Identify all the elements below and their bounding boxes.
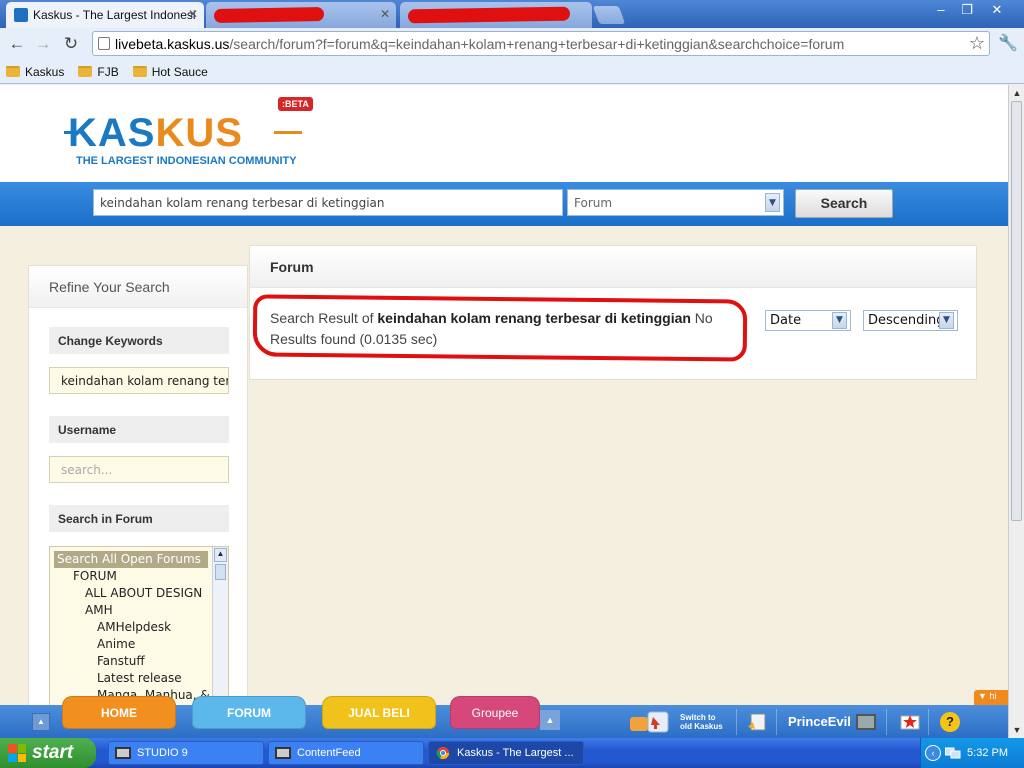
forum-option[interactable]: Search All Open Forums [54, 551, 208, 568]
notification-icon[interactable] [900, 705, 920, 738]
bookmarks-bar: Kaskus FJB Hot Sauce [0, 60, 1024, 84]
nav-tab-forum[interactable]: FORUM [192, 696, 306, 729]
refine-sidebar: Refine Your Search Change Keywords keind… [28, 265, 248, 738]
tray-expand-icon[interactable]: ‹ [925, 745, 941, 761]
bookmark-hot-sauce[interactable]: Hot Sauce [132, 65, 208, 79]
forward-arrow-icon[interactable]: → [32, 33, 54, 55]
results-panel: Forum Search Result of keindahan kolam r… [249, 245, 977, 380]
taskbar-item-contentfeed[interactable]: ContentFeed [268, 741, 424, 765]
forum-option[interactable]: AMH [50, 602, 228, 619]
forum-option[interactable]: FORUM [50, 568, 228, 585]
browser-toolbar: ← → ↻ livebeta.kaskus.us/search/forum?f=… [0, 28, 1024, 60]
keywords-input[interactable]: keindahan kolam renang terb [49, 367, 229, 394]
window-close-icon[interactable]: ✕ [984, 1, 1010, 19]
help-icon[interactable]: ? [940, 705, 960, 738]
search-button[interactable]: Search [795, 189, 893, 218]
hide-toolbar-tab[interactable]: ▼ hi [974, 690, 1008, 705]
results-heading: Forum [250, 246, 976, 288]
redaction-scribble [407, 6, 571, 24]
taskbar-item-studio9[interactable]: STUDIO 9 [108, 741, 264, 765]
sort-by-select[interactable]: Date ▼ [765, 310, 851, 331]
scroll-down-icon[interactable]: ▼ [1012, 725, 1022, 735]
change-keywords-heading: Change Keywords [49, 327, 229, 354]
new-tab-button[interactable] [592, 6, 626, 24]
tab-title: Kaskus - The Largest Indonesi [33, 8, 196, 22]
kaskus-logo[interactable]: KASKUS :BETA THE LARGEST INDONESIAN COMM… [64, 97, 314, 171]
chevron-down-icon[interactable]: ▼ [765, 193, 780, 212]
windows-logo-icon [8, 744, 26, 762]
page-icon [98, 37, 110, 50]
switch-icon [628, 709, 672, 735]
page-scrollbar[interactable]: ▲ ▼ [1008, 85, 1024, 738]
bottom-navbar: ▲ HOME FORUM JUAL BELI Groupee ▲ Switch … [0, 696, 1008, 738]
address-path: /search/forum?f=forum&q=keindahan+kolam+… [229, 35, 845, 52]
kaskus-favicon-icon [14, 8, 28, 22]
film-icon [115, 747, 131, 759]
bookmark-kaskus[interactable]: Kaskus [6, 65, 64, 79]
scroll-up-icon[interactable]: ▲ [1012, 88, 1022, 98]
browser-tabstrip: Kaskus - The Largest Indonesi ✕ ✕ – ❐ ✕ [0, 0, 1024, 28]
bookmark-fjb[interactable]: FJB [78, 65, 119, 79]
taskbar-item-kaskus[interactable]: Kaskus - The Largest ... [428, 741, 584, 765]
scroll-thumb[interactable] [215, 564, 226, 580]
chrome-icon [436, 746, 450, 760]
switch-old-kaskus[interactable]: Switch to old Kaskus [628, 705, 723, 738]
nav-tab-groupee[interactable]: Groupee [450, 696, 540, 729]
forum-option[interactable]: Fanstuff [50, 653, 228, 670]
redaction-scribble [213, 7, 325, 23]
tab-redacted-2[interactable] [400, 2, 592, 28]
beta-badge: :BETA [278, 97, 313, 111]
chevron-down-icon[interactable]: ▼ [939, 312, 954, 329]
username-input[interactable]: search... [49, 456, 229, 483]
listbox-scrollbar[interactable]: ▲ [212, 547, 228, 705]
wrench-menu-icon[interactable]: 🔧 [998, 33, 1018, 53]
avatar[interactable] [856, 705, 876, 738]
network-icon[interactable] [944, 746, 961, 760]
nav-tab-home[interactable]: HOME [62, 696, 176, 729]
back-arrow-icon[interactable]: ← [6, 33, 28, 55]
start-button[interactable]: start [0, 738, 96, 768]
username-label[interactable]: PrinceEvil [788, 705, 851, 738]
tab-close-icon[interactable]: ✕ [188, 7, 198, 21]
site-header: KASKUS :BETA THE LARGEST INDONESIAN COMM… [0, 85, 1008, 182]
red-annotation-circle [252, 294, 748, 362]
film-icon [275, 747, 291, 759]
clock[interactable]: 5:32 PM [967, 747, 1008, 759]
scroll-up-icon[interactable]: ▲ [214, 548, 227, 562]
page-viewport: KASKUS :BETA THE LARGEST INDONESIAN COMM… [0, 85, 1008, 738]
chevron-down-icon[interactable]: ▼ [832, 312, 847, 329]
refine-title: Refine Your Search [29, 266, 247, 308]
address-bar[interactable]: livebeta.kaskus.us/search/forum?f=forum&… [92, 31, 990, 56]
tab-kaskus[interactable]: Kaskus - The Largest Indonesi ✕ [6, 2, 204, 28]
logo-tagline: THE LARGEST INDONESIAN COMMUNITY [76, 155, 297, 167]
forum-option[interactable]: Anime [50, 636, 228, 653]
forum-option[interactable]: AMHelpdesk [50, 619, 228, 636]
forum-option[interactable]: ALL ABOUT DESIGN [50, 585, 228, 602]
reload-icon[interactable]: ↻ [60, 33, 82, 55]
tab-close-icon[interactable]: ✕ [380, 7, 390, 21]
expand-up-icon[interactable]: ▲ [540, 710, 560, 730]
tab-redacted-1[interactable]: ✕ [206, 2, 396, 28]
notes-icon[interactable] [746, 705, 768, 738]
search-bar: keindahan kolam renang terbesar di ketin… [0, 182, 1008, 226]
windows-taskbar: start STUDIO 9 ContentFeed Kaskus - The … [0, 738, 1024, 768]
folder-icon [132, 66, 147, 77]
minimize-icon[interactable]: – [928, 1, 954, 19]
username-heading: Username [49, 416, 229, 443]
address-host: livebeta.kaskus.us [115, 35, 230, 52]
search-input[interactable]: keindahan kolam renang terbesar di ketin… [93, 189, 563, 216]
system-tray: ‹ 5:32 PM [920, 738, 1024, 768]
folder-icon [6, 66, 20, 77]
forum-option[interactable]: Latest release [50, 670, 228, 687]
sort-order-select[interactable]: Descending ▼ [863, 310, 958, 331]
restore-icon[interactable]: ❐ [954, 1, 980, 19]
nav-tab-jual-beli[interactable]: JUAL BELI [322, 696, 436, 729]
folder-icon [78, 66, 93, 77]
bookmark-star-icon[interactable]: ☆ [969, 33, 985, 54]
search-scope-select[interactable]: Forum ▼ [567, 189, 784, 216]
search-in-forum-heading: Search in Forum [49, 505, 229, 532]
collapse-up-icon[interactable]: ▲ [32, 713, 50, 731]
forum-listbox[interactable]: Search All Open Forums FORUM ALL ABOUT D… [49, 546, 229, 706]
page-scroll-thumb[interactable] [1011, 101, 1022, 521]
